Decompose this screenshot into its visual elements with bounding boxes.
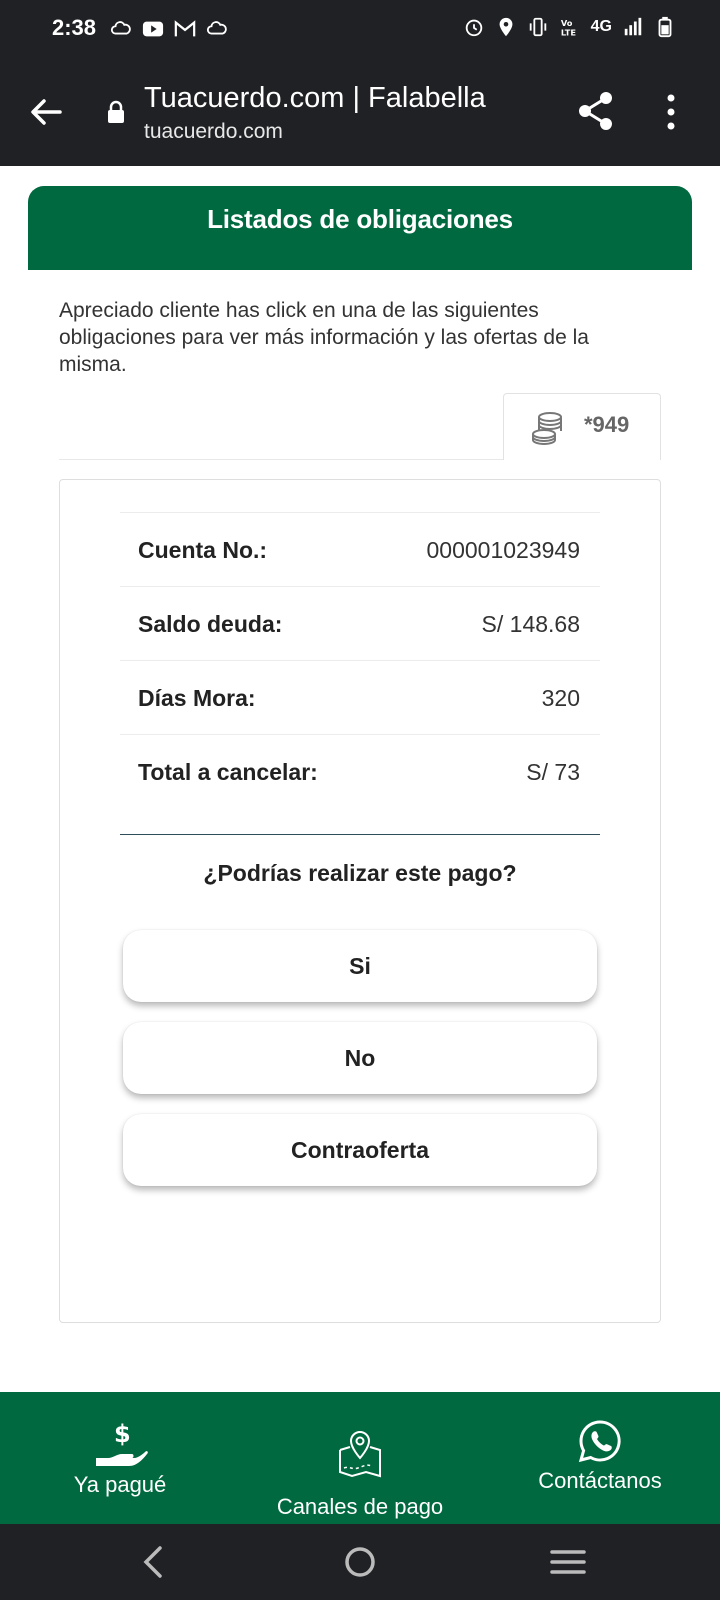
counteroffer-button[interactable]: Contraoferta [123, 1114, 597, 1186]
debt-balance-row: Saldo deuda: S/ 148.68 [120, 586, 600, 660]
obligation-info-table: Cuenta No.: 000001023949 Saldo deuda: S/… [120, 512, 600, 808]
nav-home-icon[interactable] [336, 1540, 384, 1584]
whatsapp-icon [578, 1420, 621, 1463]
account-tab[interactable]: *949 [503, 393, 661, 460]
share-icon[interactable] [576, 90, 616, 132]
status-bar: 2:38 Vo LTE 4G [0, 0, 720, 62]
info-value: S/ 148.68 [481, 611, 580, 637]
yes-button[interactable]: Si [123, 930, 597, 1002]
days-overdue-row: Días Mora: 320 [120, 660, 600, 734]
coins-icon [532, 412, 562, 446]
info-label: Total a cancelar: [138, 759, 318, 785]
youtube-icon [142, 21, 164, 37]
gmail-icon [174, 20, 196, 37]
intro-text: Apreciado cliente has click en una de la… [59, 299, 589, 376]
nav-back-icon[interactable] [130, 1540, 178, 1584]
info-value: 320 [541, 685, 580, 711]
info-label: Saldo deuda: [138, 611, 283, 637]
cloud-sync-icon [206, 21, 227, 35]
status-time: 2:38 [52, 15, 97, 40]
bottom-navigation: $ Ya pagué Canales de pago Contáctanos [0, 1392, 720, 1524]
volte-icon: VoLTE [560, 18, 576, 37]
divider [120, 834, 600, 835]
more-options-icon[interactable] [664, 92, 678, 132]
header-title: Listados de obligaciones [207, 204, 513, 234]
info-label: Cuenta No.: [138, 537, 268, 563]
vibrate-icon [529, 17, 546, 37]
nav-recents-icon[interactable] [544, 1540, 592, 1584]
location-icon [499, 17, 513, 37]
contact-link[interactable]: Contáctanos [520, 1418, 680, 1494]
already-paid-label: Ya pagué [73, 1472, 167, 1497]
battery-icon [658, 16, 672, 38]
hand-dollar-icon: $ [96, 1420, 148, 1466]
cloud-sync-icon [110, 21, 131, 35]
info-value: 000001023949 [426, 537, 581, 563]
account-tab-label: *949 [584, 412, 630, 437]
back-arrow-icon[interactable] [26, 92, 66, 132]
svg-text:$: $ [114, 1420, 131, 1448]
total-due-row: Total a cancelar: S/ 73 [120, 734, 600, 808]
payment-channels-label: Canales de pago [276, 1494, 444, 1519]
svg-text:LTE: LTE [560, 27, 576, 37]
system-icons: Vo LTE 4G [463, 16, 676, 38]
notification-icons [110, 18, 228, 40]
obligations-header: Listados de obligaciones [28, 186, 692, 270]
payment-question: ¿Podrías realizar este pago? [203, 860, 517, 886]
alarm-icon [465, 19, 482, 37]
no-button[interactable]: No [123, 1022, 597, 1094]
already-paid-link[interactable]: $ Ya pagué [40, 1420, 200, 1498]
lock-icon [108, 100, 124, 123]
browser-toolbar: Tuacuerdo.com | Falabella tuacuerdo.com [0, 62, 720, 166]
map-pin-icon [339, 1430, 381, 1478]
page-title[interactable]: Tuacuerdo.com | Falabella [144, 82, 486, 115]
page-host[interactable]: tuacuerdo.com [144, 120, 283, 144]
account-number-row: Cuenta No.: 000001023949 [120, 512, 600, 586]
info-label: Días Mora: [138, 685, 256, 711]
system-navigation-bar [0, 1524, 720, 1600]
network-type: 4G [590, 18, 612, 35]
contact-label: Contáctanos [538, 1468, 662, 1493]
signal-icon [624, 17, 642, 36]
payment-channels-link[interactable]: Canales de pago [262, 1428, 458, 1520]
info-value: S/ 73 [526, 759, 580, 785]
